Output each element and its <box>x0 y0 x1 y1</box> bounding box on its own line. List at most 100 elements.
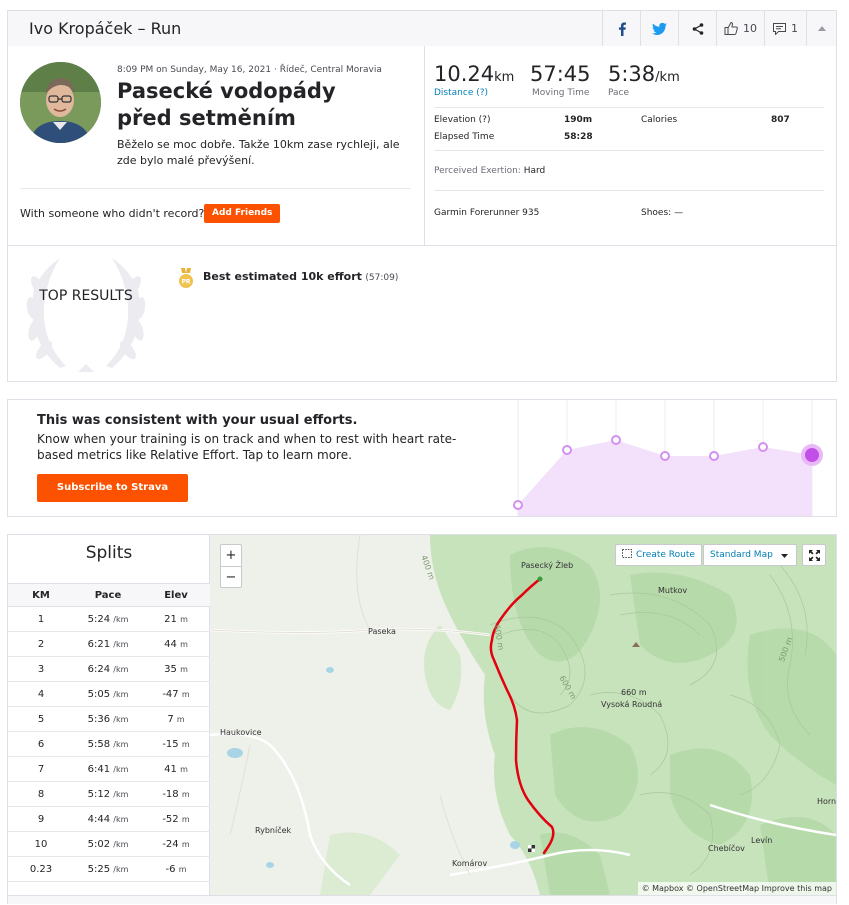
split-pace-value: 4:44 <box>87 814 111 825</box>
split-elev-value: -52 <box>162 814 179 825</box>
elev-unit: m <box>176 715 185 724</box>
activity-timestamp: 8:09 PM on Sunday, May 16, 2021 · Řídeč,… <box>117 65 382 75</box>
section-divider <box>8 245 836 246</box>
split-km: 7 <box>37 764 45 775</box>
split-elev-value: -15 <box>162 739 179 750</box>
distance-value: 10.24 <box>434 62 495 86</box>
pace-unit: /km <box>113 690 129 699</box>
week-point <box>660 451 670 461</box>
table-row: 10 5:02 /km -24 m <box>8 832 210 857</box>
pace-unit: /km <box>113 865 129 874</box>
week-point <box>562 445 572 455</box>
peak-elevation: 660 m <box>621 688 647 697</box>
add-friends-button[interactable]: Add Friends <box>204 204 281 223</box>
twitter-share-button[interactable] <box>640 11 678 46</box>
effort-heading: This was consistent with your usual effo… <box>37 413 358 428</box>
col-km: KM <box>32 590 50 601</box>
map-canvas <box>210 535 836 895</box>
split-pace-value: 6:41 <box>87 764 111 775</box>
kudos-button[interactable]: 10 <box>716 11 764 46</box>
athlete-avatar[interactable] <box>20 62 101 143</box>
split-pace-value: 5:36 <box>87 714 111 725</box>
map-attribution[interactable]: © Mapbox © OpenStreetMap Improve this ma… <box>637 882 836 895</box>
peak-name: Vysoká Roudná <box>601 700 663 709</box>
split-km: 10 <box>34 839 48 850</box>
with-someone-prompt: With someone who didn't record? <box>20 207 205 220</box>
column-divider <box>424 46 425 245</box>
week-point <box>611 435 621 445</box>
split-pace: 6:21 /km <box>74 639 142 650</box>
divider <box>434 107 824 108</box>
pr-badge-label: PR <box>181 279 190 286</box>
split-elev: -24 m <box>142 839 210 850</box>
create-route-button[interactable]: Create Route <box>615 544 702 566</box>
splits-header-row: KM Pace Elev <box>8 583 210 607</box>
split-km: 2 <box>37 639 45 650</box>
start-marker-icon <box>537 576 543 582</box>
resize-handle[interactable] <box>8 895 836 904</box>
comment-icon <box>773 22 786 35</box>
facebook-share-button[interactable] <box>602 11 640 46</box>
split-elev-value: -18 <box>162 789 179 800</box>
split-pace: 4:44 /km <box>74 814 142 825</box>
split-pace-value: 5:25 <box>87 864 111 875</box>
activity-header: Ivo Kropáček – Run 10 1 <box>7 10 837 47</box>
split-km: 3 <box>37 664 45 675</box>
place-levin: Levín <box>751 836 773 845</box>
elev-unit: m <box>178 865 187 874</box>
split-pace-value: 5:58 <box>87 739 111 750</box>
zoom-controls: + − <box>220 544 242 588</box>
place-chebicov: Chebíčov <box>708 844 745 853</box>
comments-button[interactable]: 1 <box>764 11 806 46</box>
table-row: 0.23 5:25 /km -6 m <box>8 857 210 882</box>
week-point <box>758 442 768 452</box>
split-elev-value: 21 <box>164 614 177 625</box>
comment-count: 1 <box>791 22 798 35</box>
split-km: 0.23 <box>29 864 53 875</box>
effort-description: Know when your training is on track and … <box>37 432 457 462</box>
split-pace-value: 6:24 <box>87 664 111 675</box>
place-pasecky-zleb: Pasecký Žleb <box>521 561 574 570</box>
activity-description: Běželo se moc dobře. Takže 10km zase ryc… <box>117 138 400 167</box>
table-row: 5 5:36 /km 7 m <box>8 707 210 732</box>
split-elev: 41 m <box>142 764 210 775</box>
elev-unit: m <box>181 840 190 849</box>
split-pace: 5:02 /km <box>74 839 142 850</box>
splits-table: Splits KM Pace Elev 1 5:24 /km 21 m 2 6:21 /… <box>8 535 210 895</box>
col-elev: Elev <box>164 590 188 601</box>
create-route-label: Create Route <box>636 550 695 560</box>
current-week-point <box>805 448 819 462</box>
calories-value: 807 <box>771 115 790 125</box>
split-pace-value: 5:05 <box>87 689 111 700</box>
calories-label: Calories <box>641 115 678 125</box>
table-row: 9 4:44 /km -52 m <box>8 807 210 832</box>
split-elev-value: -24 <box>162 839 179 850</box>
elev-unit: m <box>180 665 188 674</box>
pace-unit: /km <box>113 740 129 749</box>
shoes-value: — <box>674 208 684 218</box>
split-elev: 44 m <box>142 639 210 650</box>
split-km: 5 <box>37 714 45 725</box>
route-icon <box>622 549 632 558</box>
elevation-label[interactable]: Elevation (?) <box>434 115 490 125</box>
map-style-label: Standard Map <box>710 550 773 560</box>
place-paseka: Paseka <box>368 627 396 636</box>
route-map[interactable]: + − Create Route Standard Map Pasecký Žl… <box>210 535 836 895</box>
pr-medal-icon: PR <box>179 268 193 288</box>
zoom-out-button[interactable]: − <box>221 566 241 587</box>
collapse-button[interactable] <box>806 11 837 46</box>
share-button[interactable] <box>678 11 716 46</box>
fullscreen-button[interactable] <box>802 544 826 566</box>
split-elev-value: -6 <box>165 864 176 875</box>
split-km: 8 <box>37 789 45 800</box>
relative-effort-card[interactable]: This was consistent with your usual effo… <box>7 399 837 517</box>
distance-label[interactable]: Distance (?) <box>434 88 488 98</box>
best-effort-label: Best estimated 10k effort <box>203 270 362 283</box>
split-km: 9 <box>37 814 45 825</box>
twitter-icon <box>652 22 667 35</box>
week-point <box>709 451 719 461</box>
split-pace: 5:24 /km <box>74 614 142 625</box>
zoom-in-button[interactable]: + <box>221 545 241 566</box>
map-style-select[interactable]: Standard Map <box>703 544 797 566</box>
subscribe-button[interactable]: Subscribe to Strava <box>37 474 188 502</box>
